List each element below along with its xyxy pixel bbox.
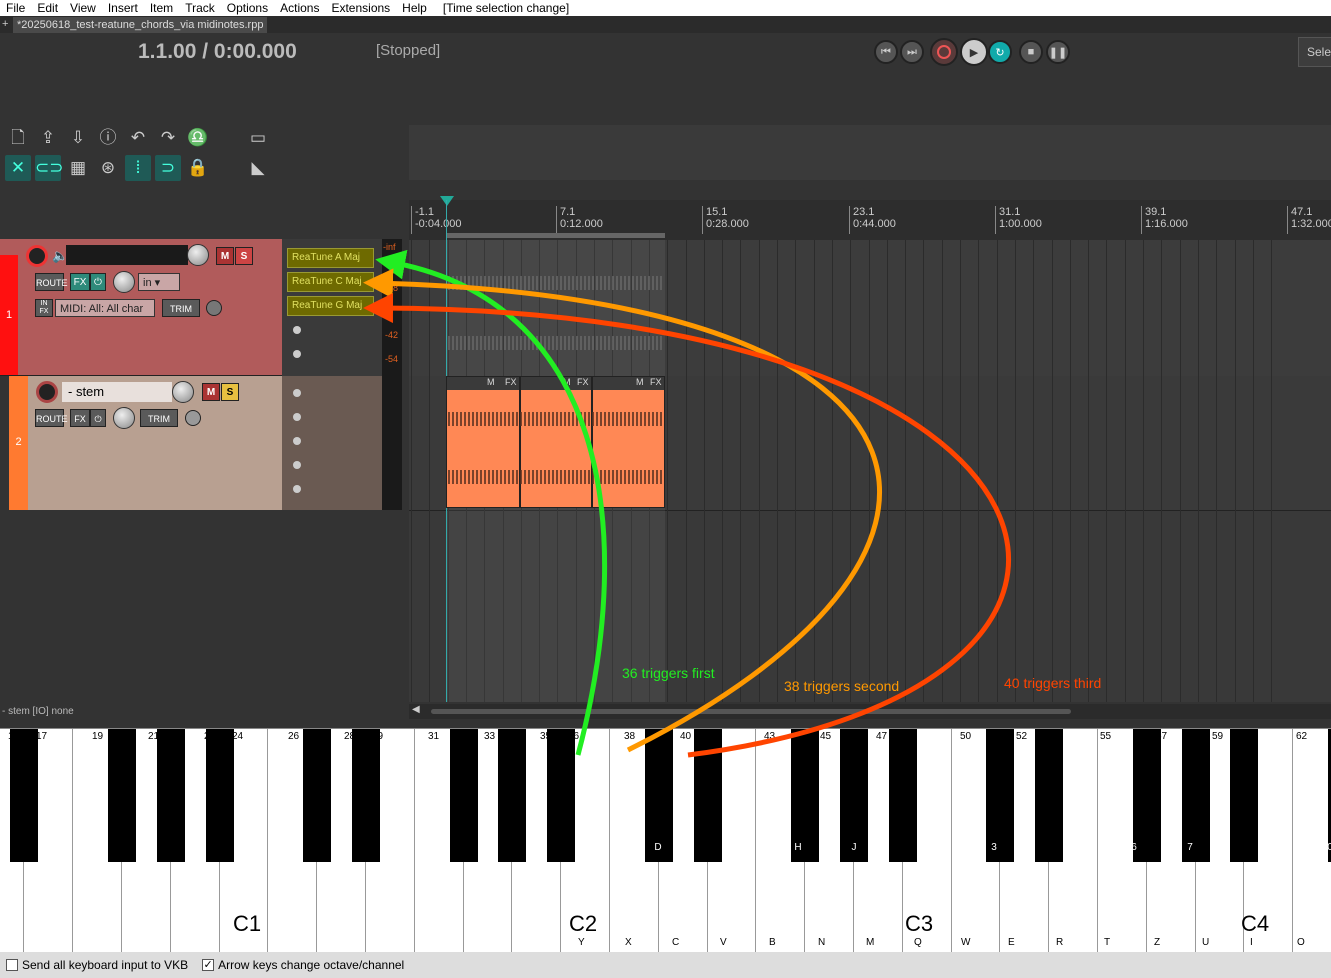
annotation-orange: 38 triggers second	[784, 678, 900, 694]
annotation-arrows	[363, 249, 1012, 758]
annotation-green: 36 triggers first	[622, 665, 715, 681]
reaper-window: File Edit View Insert Item Track Options…	[0, 0, 1331, 978]
annotation-red: 40 triggers third	[1004, 675, 1102, 691]
green-arrow	[375, 249, 607, 756]
red-arrow	[363, 293, 1012, 758]
